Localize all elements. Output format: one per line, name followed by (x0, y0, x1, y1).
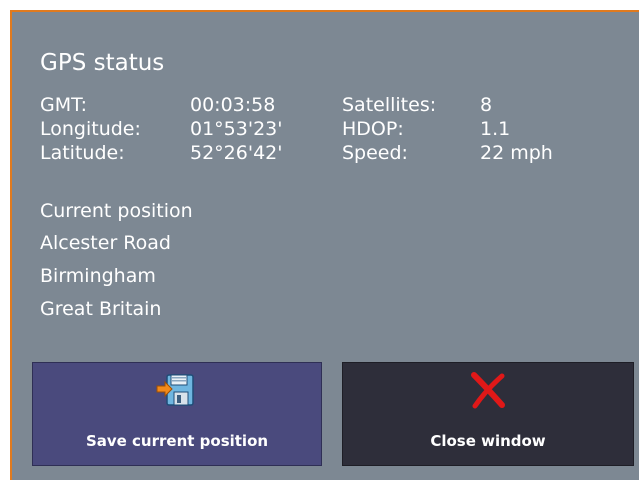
latitude-label: Latitude: (40, 142, 125, 164)
latitude-value: 52°26'42' (190, 142, 283, 164)
window-title: GPS status (40, 50, 165, 76)
longitude-value: 01°53'23' (190, 118, 283, 140)
longitude-label: Longitude: (40, 118, 141, 140)
satellites-label: Satellites: (342, 94, 437, 116)
gps-status-window: GPS status GMT: 00:03:58 Satellites: 8 L… (10, 10, 639, 480)
save-current-position-button[interactable]: Save current position (32, 362, 322, 466)
save-floppy-icon (156, 374, 194, 406)
save-button-label: Save current position (85, 432, 269, 450)
close-button-label: Close window (430, 432, 546, 450)
gmt-value: 00:03:58 (190, 94, 276, 116)
address-country: Great Britain (40, 298, 162, 320)
gmt-label: GMT: (40, 94, 88, 116)
close-window-button[interactable]: Close window (342, 362, 634, 466)
address-street: Alcester Road (40, 232, 171, 254)
speed-value: 22 mph (480, 142, 553, 164)
close-x-icon (471, 372, 505, 409)
current-position-heading: Current position (40, 200, 193, 222)
speed-label: Speed: (342, 142, 408, 164)
address-city: Birmingham (40, 265, 156, 287)
satellites-value: 8 (480, 94, 493, 116)
hdop-value: 1.1 (480, 118, 511, 140)
hdop-label: HDOP: (342, 118, 404, 140)
